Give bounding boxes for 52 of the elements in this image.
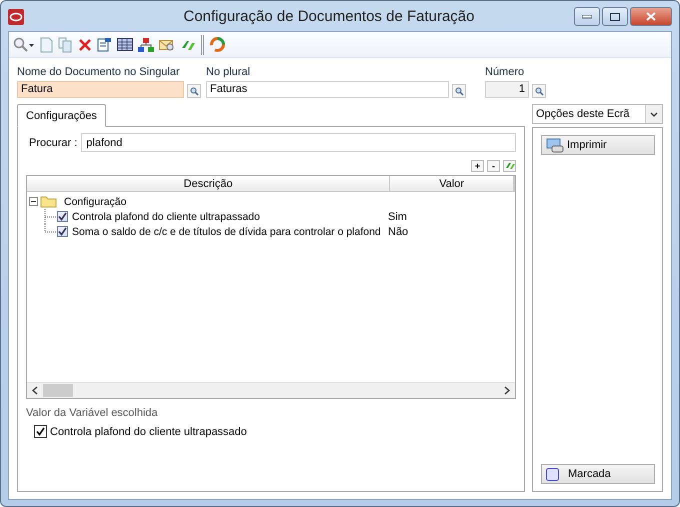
search-label: Procurar : [29, 136, 78, 148]
search-field[interactable]: plafond [81, 133, 516, 152]
section-label: Valor da Variável escolhida [26, 407, 159, 419]
minimize-button[interactable] [574, 7, 600, 26]
checkbox-icon [546, 468, 559, 480]
options-dropdown[interactable]: Opções deste Ecrã [532, 104, 663, 124]
tree-item[interactable]: Soma o saldo de c/c e de títulos de dívida para controlar o plafond [72, 226, 384, 238]
tree-item[interactable]: Controla plafond do cliente ultrapassado [72, 210, 384, 222]
close-button[interactable] [630, 7, 672, 26]
field-label: Nome do Documento no Singular [17, 66, 181, 78]
expand-all-button[interactable]: + [471, 160, 484, 172]
marked-button[interactable]: Marcada [541, 464, 655, 484]
app-logo-icon [8, 9, 24, 25]
lookup-button[interactable] [187, 84, 201, 98]
properties-button[interactable] [97, 36, 112, 54]
scrollbar-thumb[interactable] [43, 384, 73, 397]
checkbox[interactable] [57, 211, 68, 222]
chevron-down-icon [650, 112, 658, 116]
chevron-right-icon [504, 386, 510, 395]
search-button[interactable] [13, 36, 35, 54]
folder-icon [40, 195, 58, 208]
horizontal-scrollbar[interactable] [27, 382, 515, 398]
tab[interactable]: Configurações [17, 104, 106, 127]
print-button[interactable]: Imprimir [541, 135, 655, 155]
close-icon [646, 12, 656, 21]
checkbox[interactable] [57, 226, 68, 237]
minus-icon [30, 198, 37, 205]
sync-button[interactable] [503, 160, 516, 172]
collapse-toggle[interactable] [29, 197, 38, 206]
column-header: Valor [439, 178, 464, 190]
chevron-left-icon [32, 386, 38, 395]
value-text: Não [388, 226, 408, 238]
text-field[interactable]: Faturas [206, 80, 449, 98]
tree-node[interactable]: Configuração [64, 196, 126, 208]
text-field[interactable]: Fatura [17, 80, 184, 98]
maximize-button[interactable] [602, 7, 628, 26]
printer-icon [546, 138, 564, 152]
window-title: Configuração de Documentos de Faturação [182, 8, 476, 24]
checkbox[interactable] [34, 425, 47, 438]
hierarchy-button[interactable] [138, 36, 154, 54]
value-text: Sim [388, 210, 407, 222]
collapse-all-button[interactable]: - [487, 160, 500, 172]
lookup-button[interactable] [452, 84, 466, 98]
column-header: Descrição [184, 178, 233, 190]
field-label: Número [485, 66, 526, 78]
field-label: No plural [206, 66, 252, 78]
value-checkbox[interactable]: Controla plafond do cliente ultrapassado [26, 425, 516, 438]
minimize-icon [582, 14, 592, 18]
maximize-icon [610, 12, 620, 20]
refresh-button[interactable] [209, 36, 226, 54]
table-button[interactable] [117, 36, 133, 54]
lookup-button[interactable] [532, 84, 546, 98]
